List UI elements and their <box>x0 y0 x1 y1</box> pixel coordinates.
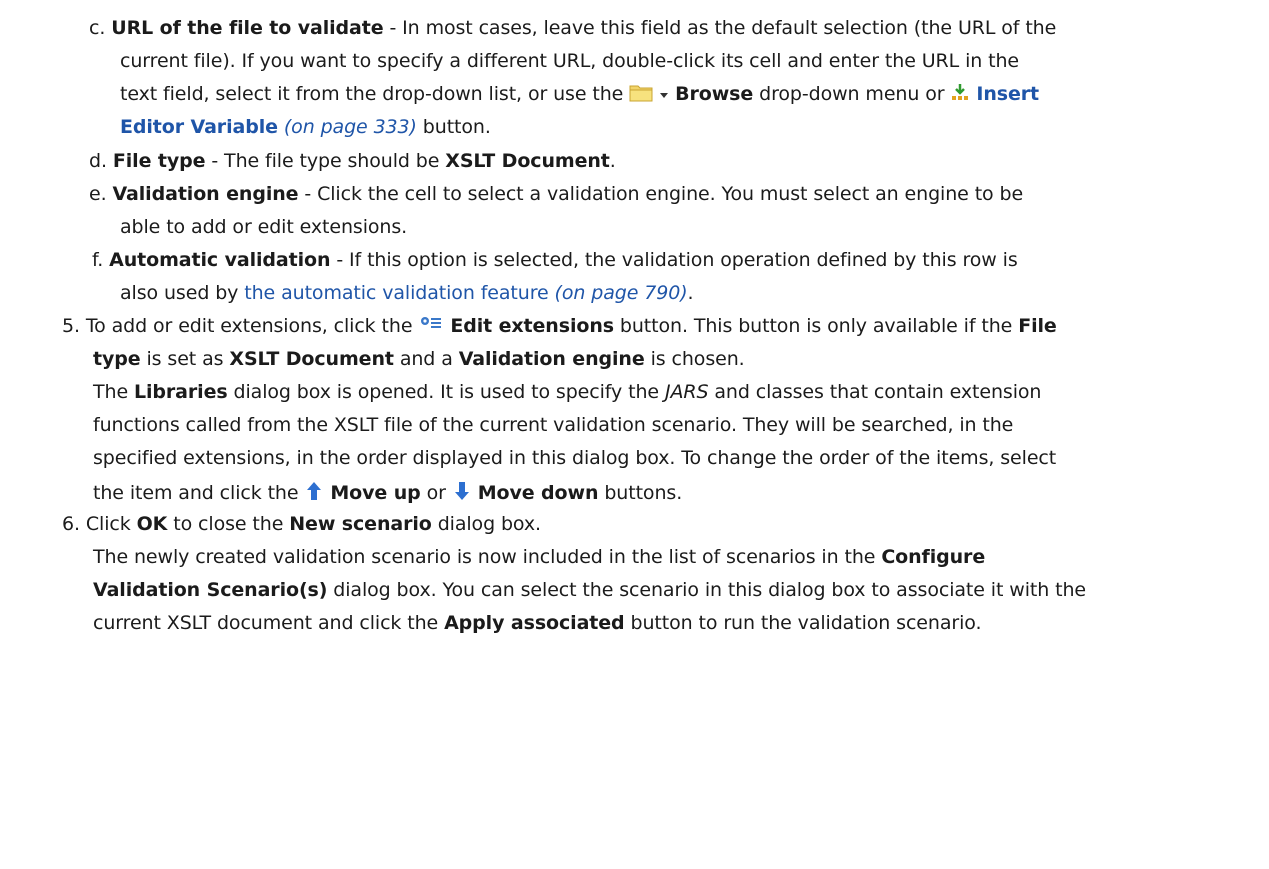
page-ref-790[interactable]: (on page 790) <box>555 282 688 304</box>
step-5-line5: specified extensions, in the order displ… <box>93 447 1057 469</box>
step-marker: 6. <box>62 513 80 535</box>
edit-extensions-icon[interactable] <box>418 315 444 340</box>
list-item-f-line1: f. Automatic validation - If this option… <box>92 249 1018 271</box>
editor-variable-link[interactable]: Editor Variable <box>120 116 278 138</box>
step-6-line3: Validation Scenario(s) dialog box. You c… <box>93 579 1086 601</box>
insert-editor-variable-link[interactable]: Insert <box>976 83 1039 105</box>
list-item-f-line2: also used by the automatic validation fe… <box>120 282 694 304</box>
list-item-e-line1: e. Validation engine - Click the cell to… <box>89 183 1024 205</box>
step-5-line3: The Libraries dialog box is opened. It i… <box>93 381 1042 403</box>
move-up-icon[interactable] <box>304 480 324 507</box>
list-item-c-line1: c. URL of the file to validate - In most… <box>89 17 1057 39</box>
move-down-icon[interactable] <box>452 480 472 507</box>
list-item-c-line3: text field, select it from the drop-down… <box>120 83 1039 108</box>
step-marker: 5. <box>62 315 80 337</box>
page-ref-333[interactable]: (on page 333) <box>284 116 417 138</box>
list-item-e-line2: able to add or edit extensions. <box>120 216 408 238</box>
step-6-line4: current XSLT document and click the Appl… <box>93 612 982 634</box>
list-marker: d. <box>89 150 107 172</box>
automatic-validation-link[interactable]: the automatic validation feature <box>244 282 548 304</box>
step-5-line4: functions called from the XSLT file of t… <box>93 414 1014 436</box>
list-item-c-line2: current file). If you want to specify a … <box>120 50 1020 72</box>
step-5-line2: type is set as XSLT Document and a Valid… <box>93 348 745 370</box>
list-marker: c. <box>89 17 106 39</box>
step-6-line2: The newly created validation scenario is… <box>93 546 986 568</box>
list-marker: e. <box>89 183 107 205</box>
step-5-line1: 5. To add or edit extensions, click the … <box>62 315 1057 340</box>
folder-icon[interactable] <box>629 83 653 108</box>
documentation-page: { "item_c": { "marker": "c.", "term": "U… <box>0 0 1269 869</box>
step-5-line6: the item and click the Move up or Move d… <box>93 480 682 507</box>
list-item-d: d. File type - The file type should be X… <box>89 150 616 172</box>
term-url-of-file: URL of the file to validate <box>111 17 384 39</box>
dropdown-arrow-icon[interactable] <box>659 86 669 108</box>
step-6-line1: 6. Click OK to close the New scenario di… <box>62 513 541 535</box>
list-item-c-line4: Editor Variable (on page 333) button. <box>120 116 491 138</box>
insert-variable-icon[interactable] <box>950 83 970 108</box>
list-marker: f. <box>92 249 104 271</box>
browse-label: Browse <box>675 83 754 105</box>
